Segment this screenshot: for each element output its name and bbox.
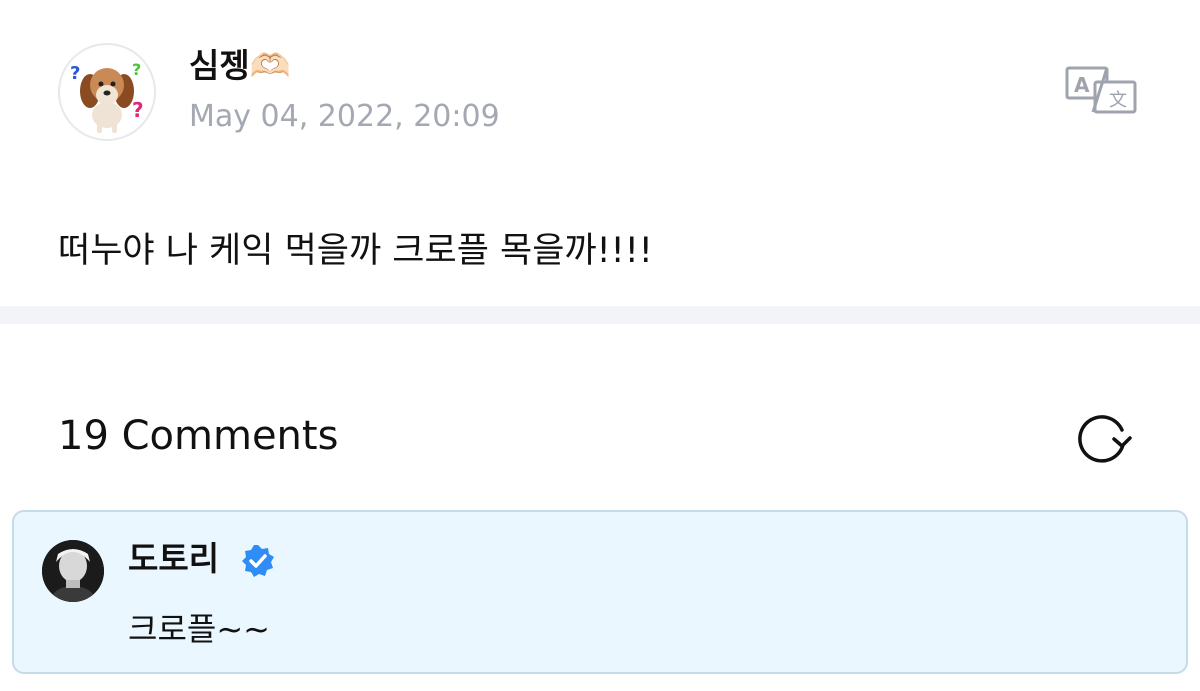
comment-text: 크로플~~	[128, 610, 270, 648]
comments-count-label: 19 Comments	[58, 413, 339, 459]
post-author-name[interactable]: 심젱🫶🏻	[189, 44, 291, 88]
post-timestamp: May 04, 2022, 20:09	[189, 99, 500, 134]
svg-text:A: A	[1074, 73, 1090, 97]
author-avatar[interactable]: ? ? ?	[58, 43, 156, 141]
svg-text:?: ?	[70, 63, 80, 84]
translate-icon: A 文	[1065, 66, 1137, 114]
comment-author-name[interactable]: 도토리	[128, 536, 219, 582]
refresh-icon	[1078, 415, 1132, 463]
section-divider	[0, 306, 1200, 324]
commenter-avatar[interactable]	[42, 540, 104, 602]
comment-item[interactable]: 도토리 크로플~~	[12, 510, 1188, 674]
svg-text:?: ?	[132, 98, 144, 122]
svg-text:文: 文	[1109, 90, 1127, 111]
post-container: ? ? ? 심젱🫶🏻 May 04, 2022, 20:09 A 文 떠누야 나…	[0, 0, 1200, 306]
post-body-text: 떠누야 나 케익 먹을까 크로플 목을까!!!!	[58, 231, 653, 271]
translate-button[interactable]: A 文	[1063, 64, 1139, 116]
dog-avatar-icon: ? ? ?	[70, 60, 144, 133]
svg-text:?: ?	[132, 60, 141, 79]
person-avatar-icon	[42, 540, 104, 602]
refresh-comments-button[interactable]	[1072, 408, 1134, 470]
verified-badge-icon	[240, 543, 276, 579]
